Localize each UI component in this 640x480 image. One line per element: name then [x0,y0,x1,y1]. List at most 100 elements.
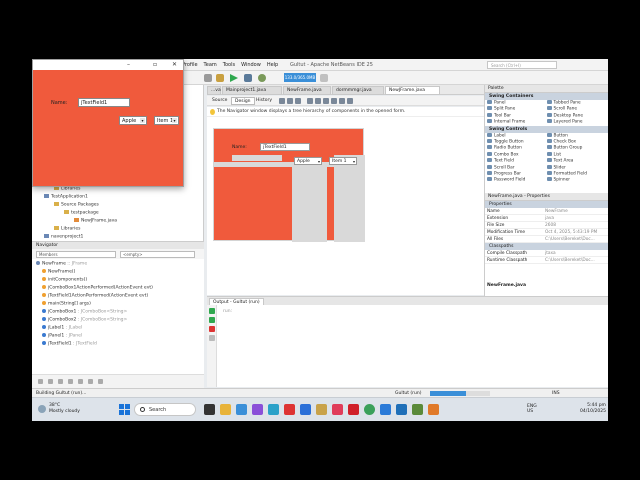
weather-widget[interactable]: 38°C Mostly cloudy [38,403,80,415]
nav-item[interactable]: NewFrame() [42,269,75,275]
nav-item[interactable]: initComponents() [42,277,87,283]
property-row[interactable]: Extension java [485,215,608,222]
nav-item[interactable]: jComboBox2 : JComboBox<String> [42,317,127,323]
connection-mode-icon[interactable] [287,98,293,104]
align-center-icon[interactable] [323,98,329,104]
maximize-button[interactable]: ▫ [153,61,157,68]
store-icon[interactable] [300,404,311,415]
rerun-icon[interactable] [209,317,215,323]
tree-item[interactable]: Source Packages [54,202,99,208]
system-tray[interactable]: ENG US [527,404,537,414]
tree-item[interactable]: Libraries [54,226,80,232]
align-left-icon[interactable] [307,98,313,104]
tab-design[interactable]: Design [231,97,255,105]
empty-combo[interactable]: <empty> [120,251,195,258]
filter-icon[interactable] [78,379,83,384]
windows-start-button[interactable] [119,404,130,415]
mail-icon[interactable] [236,404,247,415]
jframe-preview[interactable]: Name: jTextField1 Apple ▾ Item 1 ▾ [213,128,365,242]
copilot-icon[interactable] [252,404,263,415]
align-top-icon[interactable] [331,98,337,104]
menu-team[interactable]: Team [204,62,217,68]
tree-item[interactable]: NewJFrame.java [74,218,117,224]
app-title-bar[interactable]: – ▫ ✕ [33,60,183,70]
members-combo[interactable]: Members [36,251,116,258]
property-row[interactable]: Modification Time Oct 4, 2025, 5:43:19 PM [485,229,608,236]
filter-icon[interactable] [88,379,93,384]
tree-item[interactable]: navenproject1 [44,234,83,240]
settings-icon[interactable] [209,335,215,341]
editor-tab[interactable]: dormmmgr.java [332,86,384,95]
edge-icon[interactable] [268,404,279,415]
netbeans-icon[interactable] [396,404,407,415]
palette-item[interactable]: Spinner [546,177,607,183]
combo-apple-preview[interactable]: Apple ▾ [294,157,322,165]
nav-item[interactable]: main(String[] args) [42,301,91,307]
name-text-field[interactable]: jTextField1 [78,98,130,107]
menu-help[interactable]: Help [267,62,278,68]
app-icon[interactable] [380,404,391,415]
java-icon[interactable] [428,404,439,415]
palette-section-controls[interactable]: Swing Controls [485,125,608,133]
filter-icon[interactable] [98,379,103,384]
chrome-icon[interactable] [364,404,375,415]
property-row[interactable]: Name NewFrame [485,208,608,215]
nav-item[interactable]: jTextField1ActionPerformed(ActionEvent e… [42,293,148,299]
build-icon[interactable] [216,74,224,82]
name-label[interactable]: Name: [232,145,247,150]
app-icon[interactable] [412,404,423,415]
preview-icon[interactable] [295,98,301,104]
property-row[interactable]: Runtime Classpath C:\Users\Bereket\Doc... [485,257,608,264]
selection-mode-icon[interactable] [279,98,285,104]
tree-item[interactable]: TestApplication1 [44,194,88,200]
combo-item-preview[interactable]: Item 1 ▾ [329,157,357,165]
property-row[interactable]: File Size 2608 [485,222,608,229]
fruit-combo[interactable]: Apple ▾ [119,116,147,125]
align-bottom-icon[interactable] [339,98,345,104]
textfield-preview[interactable]: jTextField1 [260,143,310,151]
stop-icon[interactable] [209,326,215,332]
align-right-icon[interactable] [315,98,321,104]
taskbar-search[interactable]: Search [134,403,196,416]
editor-tab[interactable]: NewFrame.java [283,86,331,95]
property-row[interactable]: All Files C:\Users\Bereket\Doc... [485,236,608,243]
resize-icon[interactable] [347,98,353,104]
memory-indicator[interactable]: 133.0/365.0MB [284,73,316,82]
close-button[interactable]: ✕ [172,61,177,68]
nav-item[interactable]: jComboBox1 : JComboBox<String> [42,309,127,315]
properties-section[interactable]: Properties [485,201,608,208]
menu-window[interactable]: Window [241,62,261,68]
nav-item[interactable]: jComboBox1ActionPerformed(ActionEvent ev… [42,285,153,291]
task-view-icon[interactable] [204,404,215,415]
nav-item[interactable]: jTextField1 : JTextField [42,341,97,347]
running-app-window[interactable]: – ▫ ✕ Name: jTextField1 Apple ▾ Item 1 ▾ [32,59,184,187]
gc-icon[interactable] [320,74,328,82]
filter-icon[interactable] [68,379,73,384]
filter-icon[interactable] [38,379,43,384]
tab-source[interactable]: Source [209,97,230,105]
clock[interactable]: 5:44 pm 04/10/2025 [580,403,606,415]
palette-item[interactable]: Password Field [487,177,547,183]
hammer-icon[interactable] [204,74,212,82]
search-input[interactable]: Search (Ctrl+I) [487,61,557,69]
filter-icon[interactable] [58,379,63,384]
minimize-button[interactable]: – [127,61,130,68]
nav-item[interactable]: jLabel1 : JLabel [42,325,82,331]
rerun-icon[interactable] [209,308,215,314]
palette-section-containers[interactable]: Swing Containers [485,93,608,100]
editor-tab[interactable]: ...va [207,86,221,95]
nav-item[interactable]: jPanel1 : JPanel [42,333,82,339]
editor-tab-active[interactable]: NewJFrame.java [385,86,440,95]
menu-tools[interactable]: Tools [223,62,235,68]
nav-item[interactable]: NewFrame :: JFrame [36,261,87,267]
tab-history[interactable]: History [253,97,275,105]
property-row[interactable]: Compile Classpath jtaxa [485,250,608,257]
run-icon[interactable] [230,74,238,82]
debug-icon[interactable] [244,74,252,82]
app-icon[interactable] [332,404,343,415]
tree-item[interactable]: testpackage [64,210,99,216]
running-task[interactable]: Gultut (run) [395,391,421,396]
menu-profile[interactable]: Profile [182,62,198,68]
palette-item[interactable]: Layered Pane [546,119,607,125]
file-explorer-icon[interactable] [220,404,231,415]
